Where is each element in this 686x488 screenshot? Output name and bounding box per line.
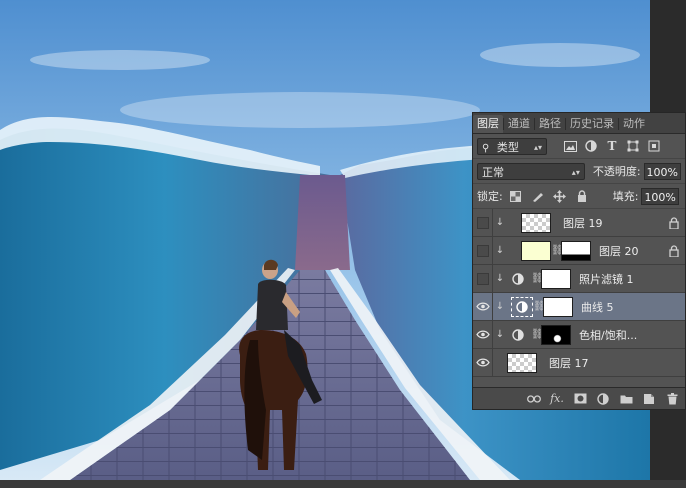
layer-thumbnail[interactable] — [521, 212, 551, 233]
visibility-off-box — [476, 216, 489, 229]
layer-mask-thumbnail[interactable] — [541, 268, 571, 289]
new-layer-icon[interactable] — [642, 392, 656, 406]
filter-icons: T — [563, 139, 661, 153]
layer-name[interactable]: 图层 17 — [549, 355, 589, 371]
lock-icon — [669, 245, 679, 257]
adjustment-layer-icon[interactable] — [511, 272, 525, 286]
panel-footer: fx. — [473, 387, 685, 409]
layer-mask-thumbnail[interactable] — [541, 324, 571, 345]
status-strip — [0, 480, 686, 488]
opacity-input[interactable]: 100% — [643, 162, 681, 180]
panel-tab-bar: 图层 通道 路径 历史记录 动作 — [473, 113, 685, 134]
layer-list[interactable]: ↓ 图层 19 ↓ ⛓ 图层 20 ↓ ⛓ 照片滤镜 1 ↓ ⛓ 曲线 5 ↓ … — [473, 209, 685, 387]
filter-kind-select[interactable]: ⚲ 类型 ▴▾ — [477, 137, 547, 155]
tab-history[interactable]: 历史记录 — [566, 115, 618, 133]
lock-all-icon[interactable] — [575, 189, 589, 203]
clipping-arrow-icon: ↓ — [495, 217, 505, 228]
visibility-off-box — [476, 272, 489, 285]
layer-row[interactable]: ↓ ⛓ 图层 20 — [473, 236, 685, 265]
delete-layer-trash-icon[interactable] — [665, 392, 679, 406]
visibility-toggle[interactable] — [473, 320, 493, 349]
link-layers-icon[interactable] — [527, 392, 541, 406]
chevron-updown-icon: ▴▾ — [533, 142, 542, 152]
filter-row: ⚲ 类型 ▴▾ T — [473, 134, 685, 159]
layer-thumbnail[interactable] — [507, 352, 537, 373]
fill-label: 填充: — [612, 190, 639, 203]
tab-layers[interactable]: 图层 — [473, 115, 503, 133]
new-group-folder-icon[interactable] — [619, 392, 633, 406]
lock-transparency-icon[interactable] — [509, 189, 523, 203]
lock-fill-row: 锁定: 填充: 100% — [473, 184, 685, 209]
mask-link-icon: ⛓ — [531, 329, 544, 340]
adjustment-layer-icon[interactable] — [511, 296, 533, 317]
add-mask-icon[interactable] — [573, 392, 587, 406]
chevron-updown-icon: ▴▾ — [571, 167, 580, 177]
blend-mode-select[interactable]: 正常 ▴▾ — [477, 162, 585, 180]
new-adjustment-layer-icon[interactable] — [596, 392, 610, 406]
mask-link-icon: ⛓ — [531, 273, 544, 284]
pixel-layer-filter-icon[interactable] — [563, 139, 577, 153]
layer-style-fx-icon[interactable]: fx. — [550, 392, 564, 406]
smart-object-filter-icon[interactable] — [647, 139, 661, 153]
layer-mask-thumbnail[interactable] — [561, 240, 591, 261]
search-icon: ⚲ — [482, 142, 490, 154]
mask-link-icon: ⛓ — [533, 301, 546, 312]
type-layer-filter-icon[interactable]: T — [605, 139, 619, 153]
layers-panel: 图层 通道 路径 历史记录 动作 ⚲ 类型 ▴▾ T 正常 ▴▾ 不透明度: 1… — [472, 112, 686, 410]
blend-mode-value: 正常 — [482, 165, 504, 179]
layer-row[interactable]: ↓ ⛓ 色相/饱和... — [473, 320, 685, 349]
filter-kind-label: 类型 — [496, 140, 519, 154]
clipping-arrow-icon: ↓ — [495, 329, 505, 340]
eye-icon — [475, 302, 490, 311]
visibility-off-box — [476, 244, 489, 257]
clipping-arrow-icon: ↓ — [495, 273, 505, 284]
layer-name[interactable]: 图层 20 — [599, 243, 639, 259]
visibility-toggle[interactable] — [473, 292, 493, 321]
visibility-toggle[interactable] — [473, 348, 493, 377]
eye-icon — [475, 358, 490, 367]
layer-name[interactable]: 图层 19 — [563, 215, 603, 231]
layer-name[interactable]: 照片滤镜 1 — [579, 271, 634, 287]
lock-position-icon[interactable] — [553, 189, 567, 203]
tab-channels[interactable]: 通道 — [504, 115, 534, 133]
eye-icon — [475, 330, 490, 339]
layer-thumbnail[interactable] — [521, 240, 551, 261]
tab-paths[interactable]: 路径 — [535, 115, 565, 133]
shape-layer-filter-icon[interactable] — [626, 139, 640, 153]
layer-name[interactable]: 色相/饱和... — [579, 327, 637, 343]
visibility-toggle[interactable] — [473, 236, 493, 265]
blend-opacity-row: 正常 ▴▾ 不透明度: 100% — [473, 159, 685, 184]
adjustment-layer-icon[interactable] — [511, 328, 525, 342]
layer-row-selected[interactable]: ↓ ⛓ 曲线 5 — [473, 292, 685, 321]
visibility-toggle[interactable] — [473, 209, 493, 237]
clipping-arrow-icon: ↓ — [495, 301, 505, 312]
layer-row[interactable]: 图层 17 — [473, 348, 685, 377]
lock-icon — [669, 217, 679, 229]
tab-actions[interactable]: 动作 — [619, 115, 649, 133]
lock-label: 锁定: — [477, 190, 503, 203]
visibility-toggle[interactable] — [473, 264, 493, 293]
clipping-arrow-icon: ↓ — [495, 245, 505, 256]
mask-link-icon: ⛓ — [551, 245, 564, 256]
layer-row[interactable]: ↓ ⛓ 照片滤镜 1 — [473, 264, 685, 293]
opacity-label: 不透明度: — [592, 165, 641, 178]
layer-name[interactable]: 曲线 5 — [581, 299, 614, 315]
fill-input[interactable]: 100% — [641, 187, 679, 205]
layer-row[interactable]: ↓ 图层 19 — [473, 209, 685, 237]
adjustment-layer-filter-icon[interactable] — [584, 139, 598, 153]
lock-image-pixels-icon[interactable] — [531, 189, 545, 203]
layer-mask-thumbnail[interactable] — [543, 296, 573, 317]
